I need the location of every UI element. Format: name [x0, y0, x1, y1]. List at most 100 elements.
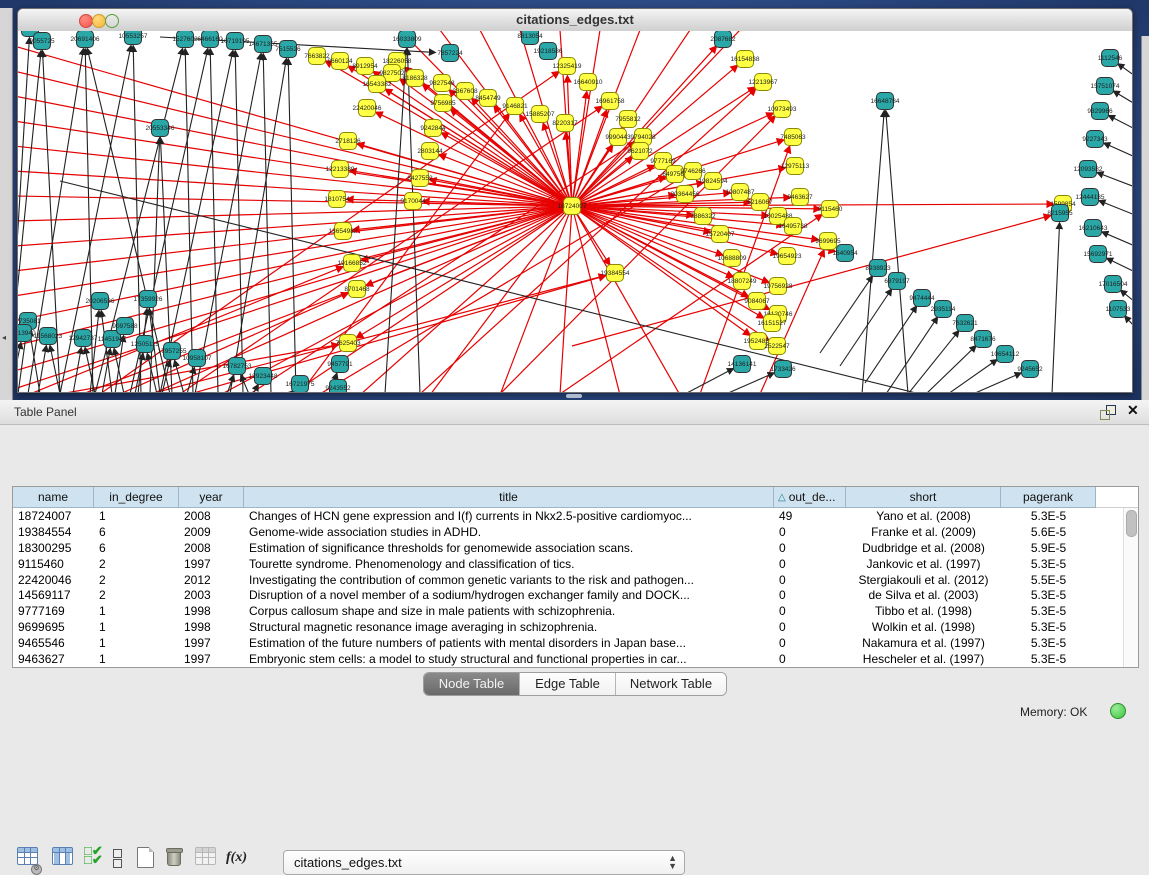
table-cell[interactable]: 1997 [179, 652, 244, 666]
table-cell[interactable]: Franke et al. (2009) [846, 525, 1001, 539]
table-cell[interactable]: 2008 [179, 541, 244, 555]
table-cell[interactable]: 2008 [179, 509, 244, 523]
table-cell[interactable]: 1 [94, 620, 179, 634]
table-cell[interactable]: 0 [774, 588, 846, 602]
table-cell[interactable]: 0 [774, 541, 846, 555]
table-cell[interactable]: de Silva et al. (2003) [846, 588, 1001, 602]
table-cell[interactable]: Estimation of the future numbers of pati… [244, 636, 774, 650]
table-cell[interactable]: 2009 [179, 525, 244, 539]
table-cell[interactable]: 1997 [179, 636, 244, 650]
table-cell[interactable]: 2 [94, 573, 179, 587]
table-scrollbar[interactable] [1123, 508, 1138, 667]
collapse-left-arrow-icon[interactable]: ◂ [2, 334, 6, 342]
table-cell[interactable]: 2 [94, 588, 179, 602]
memory-ok-indicator[interactable] [1110, 703, 1126, 719]
column-header-year[interactable]: year [179, 487, 244, 508]
table-cell[interactable]: 1998 [179, 620, 244, 634]
column-header-in-degree[interactable]: in_degree [94, 487, 179, 508]
create-table-icon[interactable] [137, 847, 159, 871]
tab-node-table[interactable]: Node Table [424, 673, 520, 695]
table-cell[interactable]: 9699695 [13, 620, 94, 634]
table-cell[interactable]: 2003 [179, 588, 244, 602]
show-columns-icon[interactable] [52, 847, 74, 871]
table-cell[interactable]: 1 [94, 636, 179, 650]
column-header-pagerank[interactable]: pagerank [1001, 487, 1096, 508]
table-cell[interactable]: 2012 [179, 573, 244, 587]
table-cell[interactable]: 1 [94, 652, 179, 666]
table-cell[interactable]: 18724007 [13, 509, 94, 523]
table-row[interactable]: 977716911998Corpus callosum shape and si… [13, 603, 1138, 619]
left-panel-collapse-strip[interactable]: ◂ [0, 8, 13, 400]
table-cell[interactable]: Tibbo et al. (1998) [846, 604, 1001, 618]
table-cell[interactable]: 1998 [179, 604, 244, 618]
table-select-dropdown[interactable]: citations_edges.txt ▲▼ [283, 850, 685, 875]
panel-splitter-handle[interactable] [566, 394, 582, 398]
table-cell[interactable]: 1 [94, 604, 179, 618]
table-cell[interactable]: 5.3E-5 [1001, 636, 1096, 650]
table-cell[interactable]: Dudbridge et al. (2008) [846, 541, 1001, 555]
table-cell[interactable]: Genome-wide association studies in ADHD. [244, 525, 774, 539]
right-panel-collapse-strip[interactable] [1141, 36, 1149, 400]
table-row[interactable]: 2242004622012Investigating the contribut… [13, 572, 1138, 588]
table-row[interactable]: 1830029562008Estimation of significance … [13, 540, 1138, 556]
table-cell[interactable]: 1997 [179, 557, 244, 571]
table-cell[interactable]: Disruption of a novel member of a sodium… [244, 588, 774, 602]
table-cell[interactable]: 5.3E-5 [1001, 620, 1096, 634]
table-cell[interactable]: 1 [94, 509, 179, 523]
float-panel-icon[interactable] [1100, 405, 1116, 419]
table-cell[interactable]: 22420046 [13, 573, 94, 587]
table-row[interactable]: 946554611997Estimation of the future num… [13, 635, 1138, 651]
table-cell[interactable]: 0 [774, 525, 846, 539]
table-cell[interactable]: 5.3E-5 [1001, 604, 1096, 618]
table-cell[interactable]: 2 [94, 557, 179, 571]
column-header-short[interactable]: short [846, 487, 1001, 508]
tab-network-table[interactable]: Network Table [616, 673, 726, 695]
table-cell[interactable]: 0 [774, 636, 846, 650]
table-cell[interactable]: Yano et al. (2008) [846, 509, 1001, 523]
table-cell[interactable]: 9465546 [13, 636, 94, 650]
table-cell[interactable]: Changes of HCN gene expression and I(f) … [244, 509, 774, 523]
table-cell[interactable]: Wolkin et al. (1998) [846, 620, 1001, 634]
table-row[interactable]: 946362711997Embryonic stem cells: a mode… [13, 651, 1138, 667]
table-cell[interactable]: 0 [774, 652, 846, 666]
table-cell[interactable]: Stergiakouli et al. (2012) [846, 573, 1001, 587]
column-header-out-degree[interactable]: △ out_de... [774, 487, 846, 508]
table-cell[interactable]: Investigating the contribution of common… [244, 573, 774, 587]
table-cell[interactable]: 0 [774, 604, 846, 618]
table-cell[interactable]: 14569117 [13, 588, 94, 602]
table-scrollbar-thumb[interactable] [1126, 510, 1137, 537]
table-cell[interactable]: 5.3E-5 [1001, 509, 1096, 523]
table-row[interactable]: 1872400712008Changes of HCN gene express… [13, 508, 1138, 524]
table-cell[interactable]: 5.3E-5 [1001, 652, 1096, 666]
table-cell[interactable]: 5.9E-5 [1001, 541, 1096, 555]
table-cell[interactable]: Tourette syndrome. Phenomenology and cla… [244, 557, 774, 571]
row-stack-icon[interactable] [113, 849, 135, 873]
column-header-title[interactable]: title [244, 487, 774, 508]
table-cell[interactable]: 6 [94, 525, 179, 539]
table-cell[interactable]: 5.6E-5 [1001, 525, 1096, 539]
network-canvas[interactable]: 1872400712325419166409101696175879558129… [18, 31, 1132, 392]
table-cell[interactable]: 0 [774, 557, 846, 571]
table-cell[interactable]: 18300295 [13, 541, 94, 555]
function-builder-icon[interactable]: f(x) [226, 850, 248, 874]
table-row[interactable]: 1456911722003Disruption of a novel membe… [13, 587, 1138, 603]
close-panel-icon[interactable]: ✕ [1127, 402, 1139, 419]
tab-edge-table[interactable]: Edge Table [520, 673, 616, 695]
table-cell[interactable]: 9777169 [13, 604, 94, 618]
table-cell[interactable]: 19384554 [13, 525, 94, 539]
delete-trash-icon[interactable] [166, 847, 188, 871]
table-cell[interactable]: 49 [774, 509, 846, 523]
table-cell[interactable]: 5.5E-5 [1001, 573, 1096, 587]
column-header-name[interactable]: name [13, 487, 94, 508]
table-row[interactable]: 969969511998Structural magnetic resonanc… [13, 619, 1138, 635]
table-cell[interactable]: 9115460 [13, 557, 94, 571]
table-cell[interactable]: 0 [774, 573, 846, 587]
table-cell[interactable]: 9463627 [13, 652, 94, 666]
table-cell[interactable]: Hescheler et al. (1997) [846, 652, 1001, 666]
table-cell[interactable]: Embryonic stem cells: a model to study s… [244, 652, 774, 666]
table-mode-icon[interactable]: ⚙ [17, 847, 39, 871]
table-cell[interactable]: Nakamura et al. (1997) [846, 636, 1001, 650]
table-cell[interactable]: 5.3E-5 [1001, 557, 1096, 571]
table-cell[interactable]: 6 [94, 541, 179, 555]
select-all-icon[interactable]: □✔□✔ [84, 847, 106, 871]
